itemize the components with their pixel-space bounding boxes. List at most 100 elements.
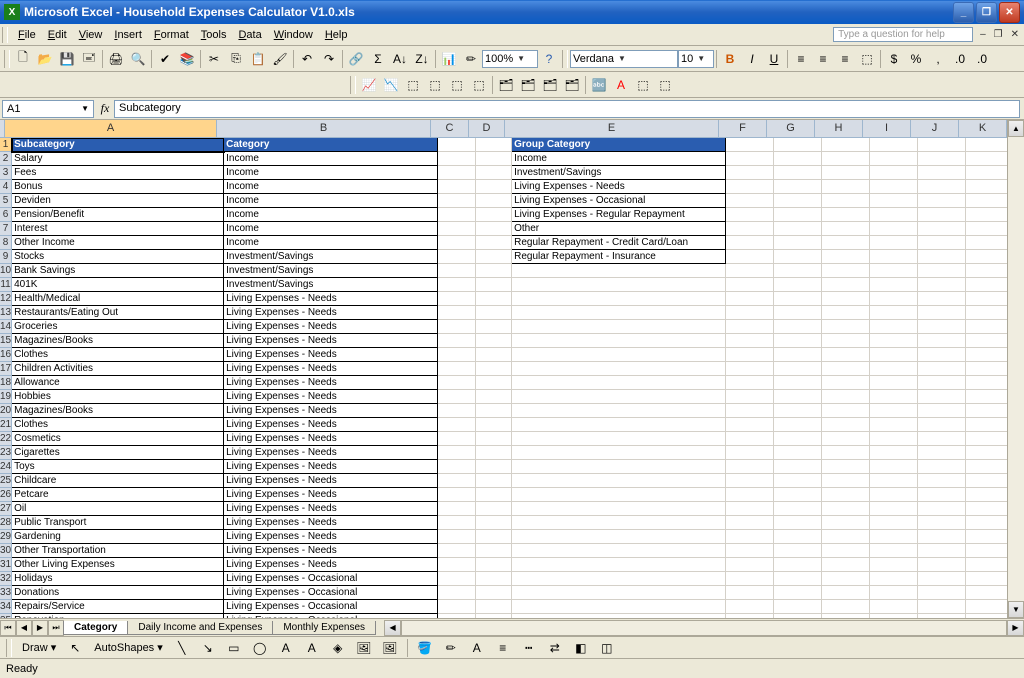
cell-E30[interactable] [512, 544, 726, 558]
row-header-3[interactable]: 3 [0, 166, 12, 180]
align-left-icon[interactable]: ≡ [790, 48, 812, 70]
cell-H30[interactable] [822, 544, 870, 558]
cell-E17[interactable] [512, 362, 726, 376]
cell-F26[interactable] [726, 488, 774, 502]
row-header-16[interactable]: 16 [0, 348, 12, 362]
cell-A14[interactable]: Groceries [12, 320, 224, 334]
cell-G7[interactable] [774, 222, 822, 236]
cell-J9[interactable] [918, 250, 966, 264]
cell-D17[interactable] [476, 362, 512, 376]
row-header-23[interactable]: 23 [0, 446, 12, 460]
cell-G26[interactable] [774, 488, 822, 502]
cell-A27[interactable]: Oil [12, 502, 224, 516]
row-header-26[interactable]: 26 [0, 488, 12, 502]
wb-close-button[interactable]: ✕ [1008, 29, 1022, 40]
cell-E28[interactable] [512, 516, 726, 530]
cell-H16[interactable] [822, 348, 870, 362]
cell-I18[interactable] [870, 376, 918, 390]
cell-I12[interactable] [870, 292, 918, 306]
cell-B35[interactable]: Living Expenses - Occasional [224, 614, 438, 618]
research-icon[interactable]: 📚 [176, 48, 198, 70]
cell-E8[interactable]: Regular Repayment - Credit Card/Loan [512, 236, 726, 250]
tool-icon[interactable]: ⬚ [654, 74, 676, 96]
cell-D33[interactable] [476, 586, 512, 600]
cell-E24[interactable] [512, 460, 726, 474]
cell-J35[interactable] [918, 614, 966, 618]
cell-H12[interactable] [822, 292, 870, 306]
cell-C17[interactable] [438, 362, 476, 376]
cell-F34[interactable] [726, 600, 774, 614]
cell-F10[interactable] [726, 264, 774, 278]
cell-I8[interactable] [870, 236, 918, 250]
cell-J5[interactable] [918, 194, 966, 208]
cell-B26[interactable]: Living Expenses - Needs [224, 488, 438, 502]
grip-icon[interactable] [6, 639, 12, 657]
hyperlink-icon[interactable]: 🔗 [345, 48, 367, 70]
cell-K21[interactable] [966, 418, 1007, 432]
cell-H33[interactable] [822, 586, 870, 600]
cell-D20[interactable] [476, 404, 512, 418]
cell-G21[interactable] [774, 418, 822, 432]
cell-H21[interactable] [822, 418, 870, 432]
cell-G6[interactable] [774, 208, 822, 222]
row-header-34[interactable]: 34 [0, 600, 12, 614]
sheet-tab-category[interactable]: Category [63, 621, 128, 635]
cell-J20[interactable] [918, 404, 966, 418]
cell-I19[interactable] [870, 390, 918, 404]
cell-C6[interactable] [438, 208, 476, 222]
cell-A13[interactable]: Restaurants/Eating Out [12, 306, 224, 320]
cell-B13[interactable]: Living Expenses - Needs [224, 306, 438, 320]
cell-K7[interactable] [966, 222, 1007, 236]
cell-H9[interactable] [822, 250, 870, 264]
cell-K35[interactable] [966, 614, 1007, 618]
cell-J7[interactable] [918, 222, 966, 236]
bold-icon[interactable]: B [719, 48, 741, 70]
cell-B25[interactable]: Living Expenses - Needs [224, 474, 438, 488]
cell-E16[interactable] [512, 348, 726, 362]
drawing-icon[interactable]: ✏ [460, 48, 482, 70]
fx-button[interactable]: fx [96, 101, 114, 116]
cell-K28[interactable] [966, 516, 1007, 530]
cell-E3[interactable]: Investment/Savings [512, 166, 726, 180]
cell-A8[interactable]: Other Income [12, 236, 224, 250]
comma-icon[interactable]: , [927, 48, 949, 70]
row-header-20[interactable]: 20 [0, 404, 12, 418]
cell-G30[interactable] [774, 544, 822, 558]
cell-K29[interactable] [966, 530, 1007, 544]
cell-E7[interactable]: Other [512, 222, 726, 236]
cell-J1[interactable] [918, 138, 966, 152]
cell-J28[interactable] [918, 516, 966, 530]
menu-data[interactable]: Data [232, 27, 267, 43]
cell-K27[interactable] [966, 502, 1007, 516]
cell-I21[interactable] [870, 418, 918, 432]
cell-J2[interactable] [918, 152, 966, 166]
cell-K33[interactable] [966, 586, 1007, 600]
cell-J12[interactable] [918, 292, 966, 306]
cell-D4[interactable] [476, 180, 512, 194]
cell-E25[interactable] [512, 474, 726, 488]
menu-window[interactable]: Window [268, 27, 319, 43]
cell-D19[interactable] [476, 390, 512, 404]
cell-E18[interactable] [512, 376, 726, 390]
cell-E15[interactable] [512, 334, 726, 348]
preview-icon[interactable]: 🔍 [127, 48, 149, 70]
scroll-down-button[interactable]: ▼ [1008, 601, 1024, 618]
cell-J15[interactable] [918, 334, 966, 348]
cell-J8[interactable] [918, 236, 966, 250]
vertical-scrollbar[interactable]: ▲ ▼ [1007, 120, 1024, 618]
cell-H13[interactable] [822, 306, 870, 320]
cell-D16[interactable] [476, 348, 512, 362]
tool-icon[interactable]: ⬚ [424, 74, 446, 96]
cell-J32[interactable] [918, 572, 966, 586]
cell-K24[interactable] [966, 460, 1007, 474]
cell-I14[interactable] [870, 320, 918, 334]
cell-G12[interactable] [774, 292, 822, 306]
cell-I13[interactable] [870, 306, 918, 320]
cell-E27[interactable] [512, 502, 726, 516]
cell-B31[interactable]: Living Expenses - Needs [224, 558, 438, 572]
tool-icon[interactable]: ⬚ [402, 74, 424, 96]
cell-I6[interactable] [870, 208, 918, 222]
cell-C4[interactable] [438, 180, 476, 194]
row-header-11[interactable]: 11 [0, 278, 12, 292]
cell-H28[interactable] [822, 516, 870, 530]
